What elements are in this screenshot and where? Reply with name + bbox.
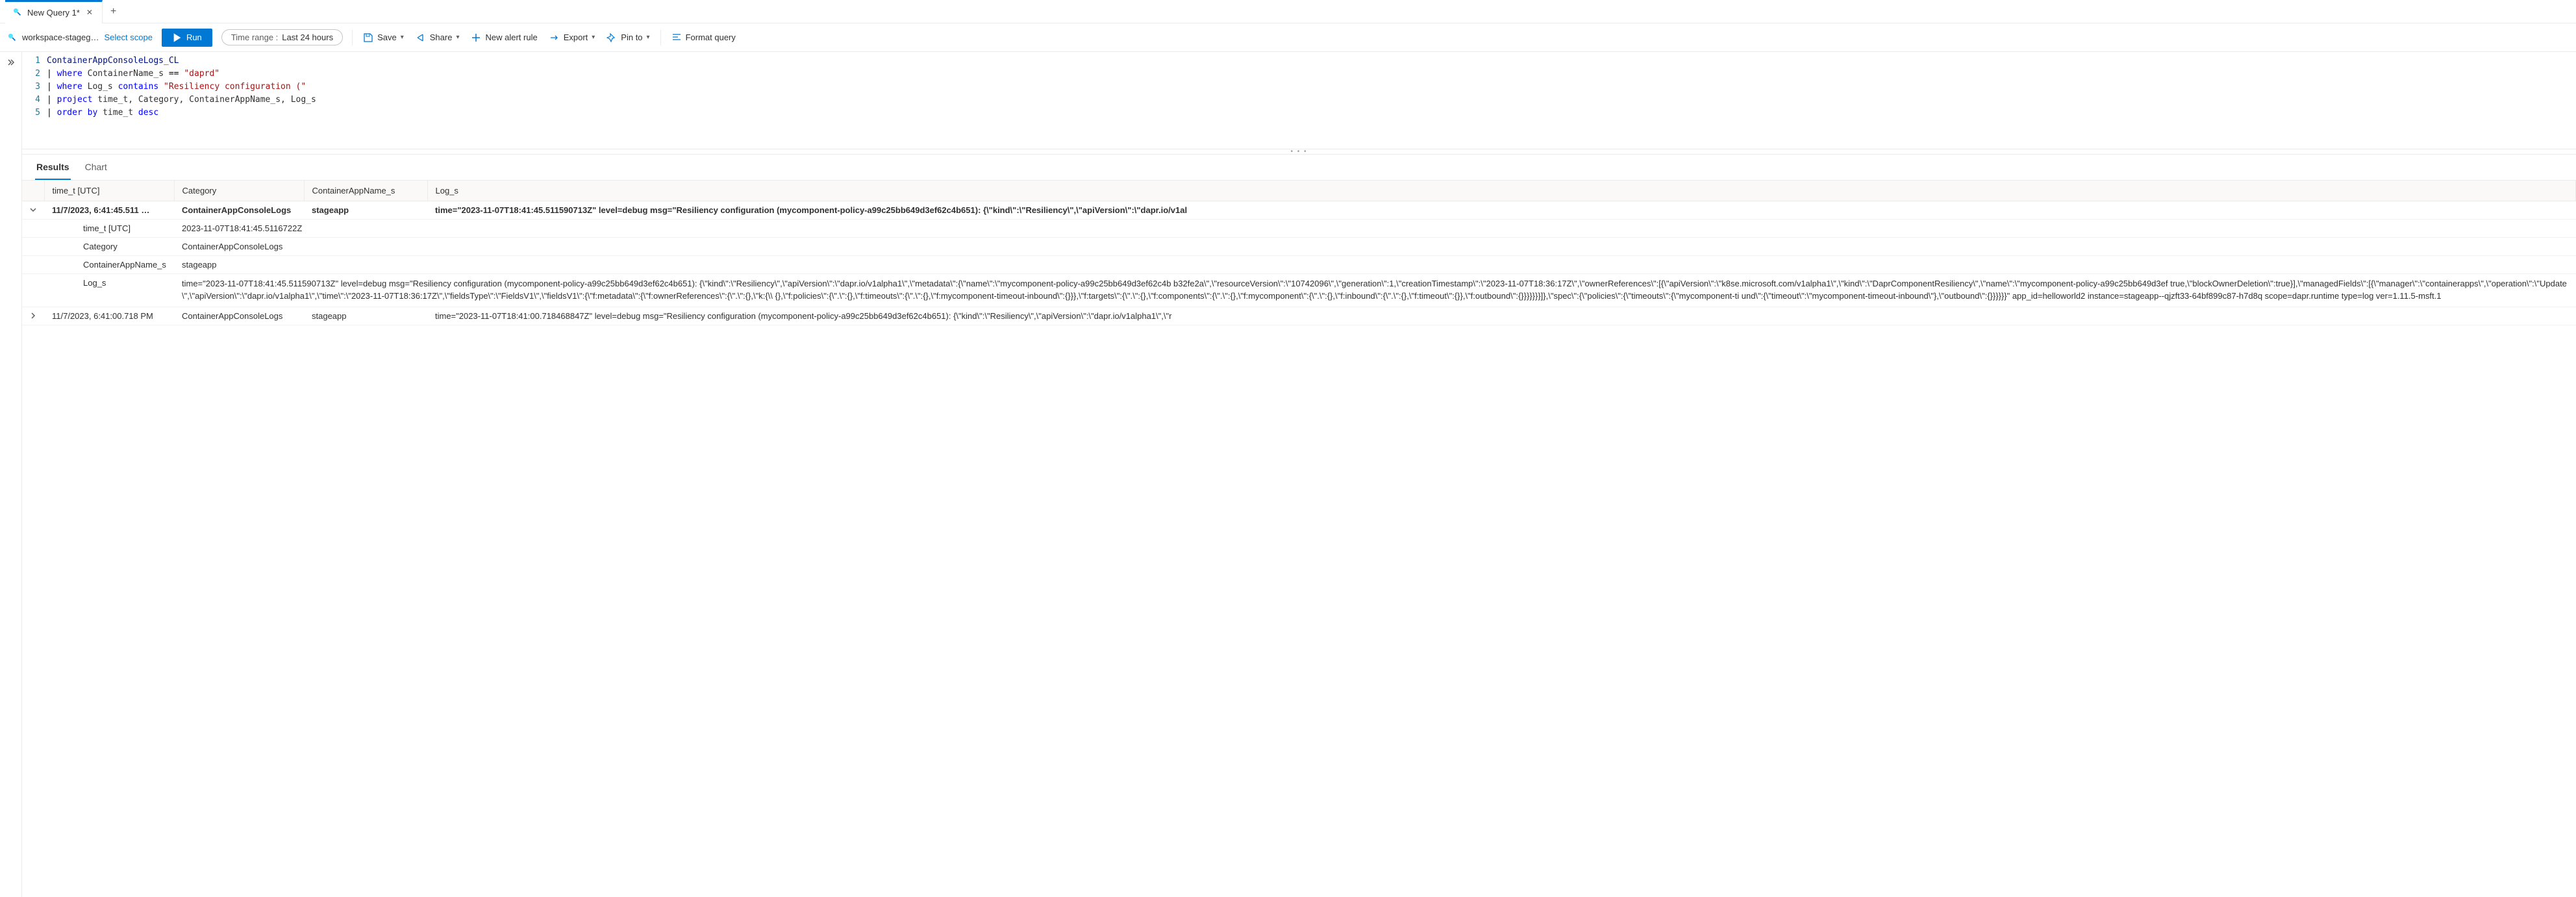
query-tabs: New Query 1* ✕ + [0, 0, 2576, 23]
time-range-picker[interactable]: Time range : Last 24 hours [221, 29, 343, 45]
detail-value: ContainerAppConsoleLogs [174, 238, 2576, 256]
format-icon [671, 32, 682, 43]
detail-row: ContainerAppName_s stageapp [22, 256, 2576, 274]
pin-label: Pin to [621, 32, 642, 42]
chevron-down-icon [30, 207, 36, 213]
export-button[interactable]: Export ▾ [548, 30, 597, 45]
tab-new-query-1[interactable]: New Query 1* ✕ [5, 0, 103, 23]
scope-section: workspace-stageg… Select scope [8, 32, 153, 42]
detail-key: ContainerAppName_s [44, 256, 174, 274]
run-label: Run [186, 32, 202, 42]
toolbar-divider [660, 30, 661, 45]
time-range-label: Time range : [231, 32, 279, 42]
splitter-handle[interactable]: • • • [22, 149, 2576, 155]
query-toolbar: workspace-stageg… Select scope Run Time … [0, 23, 2576, 52]
play-icon [172, 32, 182, 43]
save-label: Save [377, 32, 397, 42]
results-grid: time_t [UTC] Category ContainerAppName_s… [22, 181, 2576, 325]
double-chevron-right-icon [7, 58, 15, 66]
row-expander[interactable] [22, 201, 44, 220]
content-area: 12345 ContainerAppConsoleLogs_CL | where… [0, 52, 2576, 897]
expander-header [22, 181, 44, 201]
detail-row: Category ContainerAppConsoleLogs [22, 238, 2576, 256]
pin-button[interactable]: Pin to ▾ [605, 30, 651, 45]
table-row[interactable]: 11/7/2023, 6:41:45.511 … ContainerAppCon… [22, 201, 2576, 220]
cell-app: stageapp [304, 201, 427, 220]
cell-log: time="2023-11-07T18:41:45.511590713Z" le… [427, 201, 2576, 220]
workspace-name[interactable]: workspace-stageg… [22, 32, 99, 42]
detail-value: time="2023-11-07T18:41:45.511590713Z" le… [174, 274, 2576, 307]
log-analytics-icon [13, 8, 22, 17]
share-icon [416, 32, 426, 43]
col-time[interactable]: time_t [UTC] [44, 181, 174, 201]
pin-icon [606, 32, 617, 43]
new-alert-button[interactable]: New alert rule [469, 30, 538, 45]
cell-log: time="2023-11-07T18:41:00.718468847Z" le… [427, 307, 2576, 325]
cell-category: ContainerAppConsoleLogs [174, 201, 304, 220]
detail-value: 2023-11-07T18:41:45.5116722Z [174, 220, 2576, 238]
format-query-button[interactable]: Format query [670, 30, 737, 45]
save-button[interactable]: Save ▾ [362, 30, 405, 45]
table-row[interactable]: 11/7/2023, 6:41:00.718 PM ContainerAppCo… [22, 307, 2576, 325]
tab-label: New Query 1* [27, 8, 80, 18]
save-icon [363, 32, 373, 43]
col-log[interactable]: Log_s [427, 181, 2576, 201]
results-tabs: Results Chart [22, 155, 2576, 181]
cell-time: 11/7/2023, 6:41:45.511 … [44, 201, 174, 220]
format-label: Format query [686, 32, 736, 42]
new-alert-label: New alert rule [485, 32, 537, 42]
detail-row: time_t [UTC] 2023-11-07T18:41:45.5116722… [22, 220, 2576, 238]
chevron-down-icon: ▾ [592, 34, 595, 41]
detail-key: time_t [UTC] [44, 220, 174, 238]
col-app[interactable]: ContainerAppName_s [304, 181, 427, 201]
col-category[interactable]: Category [174, 181, 304, 201]
detail-value: stageapp [174, 256, 2576, 274]
select-scope-link[interactable]: Select scope [105, 32, 153, 42]
share-label: Share [430, 32, 453, 42]
main-panel: 12345 ContainerAppConsoleLogs_CL | where… [22, 52, 2576, 897]
chevron-down-icon: ▾ [401, 34, 404, 41]
export-label: Export [564, 32, 588, 42]
toolbar-divider [352, 30, 353, 45]
row-expander[interactable] [22, 307, 44, 325]
export-icon [549, 32, 560, 43]
cell-app: stageapp [304, 307, 427, 325]
query-editor[interactable]: 12345 ContainerAppConsoleLogs_CL | where… [22, 52, 2576, 149]
expand-panel-button[interactable] [0, 52, 22, 897]
time-range-value: Last 24 hours [282, 32, 333, 42]
code-area[interactable]: ContainerAppConsoleLogs_CL | where Conta… [47, 55, 2576, 149]
tab-results[interactable]: Results [35, 155, 71, 180]
share-button[interactable]: Share ▾ [414, 30, 461, 45]
detail-key: Log_s [44, 274, 174, 307]
chevron-right-icon [30, 312, 36, 319]
chevron-down-icon: ▾ [456, 34, 459, 41]
detail-key: Category [44, 238, 174, 256]
detail-row: Log_s time="2023-11-07T18:41:45.51159071… [22, 274, 2576, 307]
new-tab-button[interactable]: + [103, 6, 124, 18]
line-gutter: 12345 [22, 55, 47, 149]
tab-chart[interactable]: Chart [84, 155, 108, 180]
header-row: time_t [UTC] Category ContainerAppName_s… [22, 181, 2576, 201]
cell-time: 11/7/2023, 6:41:00.718 PM [44, 307, 174, 325]
chevron-down-icon: ▾ [647, 34, 650, 41]
run-button[interactable]: Run [162, 29, 212, 47]
log-analytics-icon [8, 33, 17, 42]
plus-icon [471, 32, 481, 43]
close-icon[interactable]: ✕ [85, 6, 94, 18]
cell-category: ContainerAppConsoleLogs [174, 307, 304, 325]
